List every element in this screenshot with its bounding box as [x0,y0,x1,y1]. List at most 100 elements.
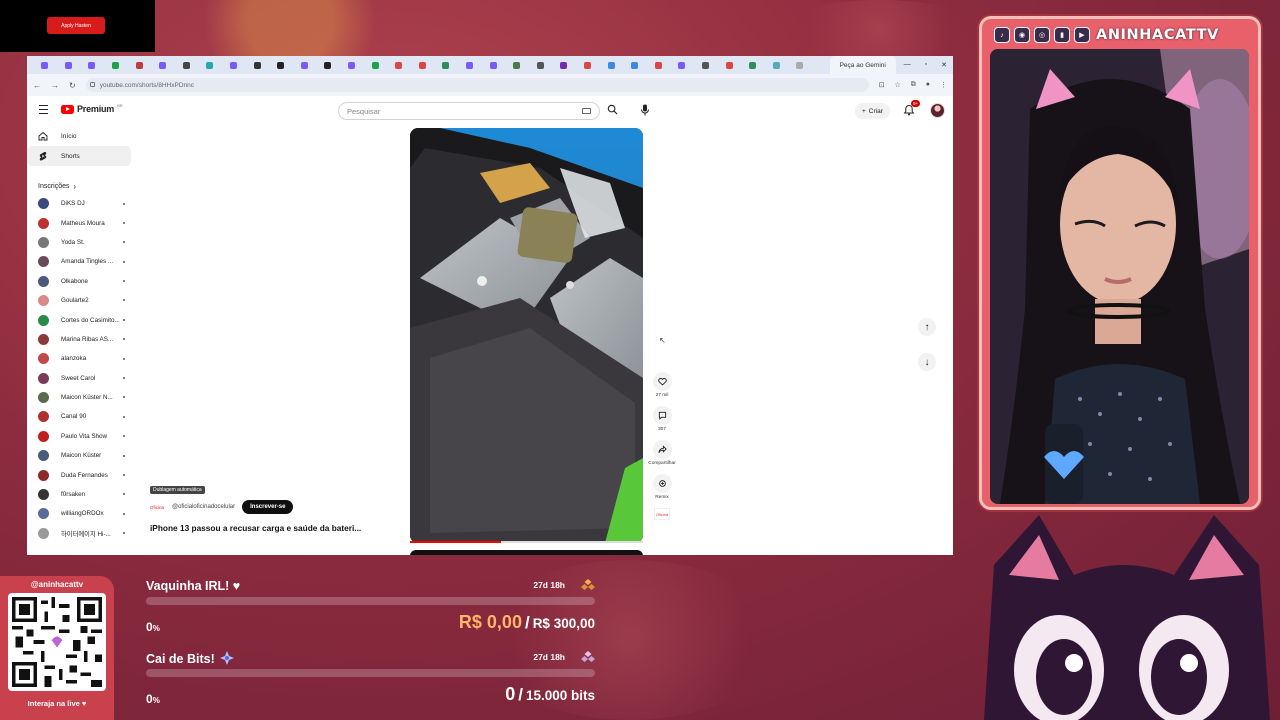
search-input[interactable]: Pesquisar [338,102,600,120]
subscription-item[interactable]: Sweet Carol [27,369,127,388]
next-short-button[interactable]: ↓ [918,353,936,371]
subscription-item[interactable]: williangORDOx [27,504,127,523]
search-icon[interactable] [607,104,618,115]
browser-tab[interactable] [363,56,387,74]
goal-target: 15.000 bits [525,688,595,703]
microphone-icon[interactable] [640,104,650,116]
browser-tab[interactable] [245,56,269,74]
subscriptions-header[interactable]: Inscrições › [27,178,137,194]
browser-tab[interactable] [222,56,246,74]
browser-tab[interactable] [717,56,741,74]
subscription-item[interactable]: Matheus Moura [27,213,127,232]
like-button[interactable]: 27 mil [644,372,680,398]
minimize-icon[interactable]: — [904,61,911,69]
site-info-icon[interactable] [89,82,95,87]
address-bar[interactable]: youtube.com/shorts/8HHxPDnnc [85,78,869,92]
share-button[interactable]: Compartilhar [644,440,680,466]
subscription-item[interactable]: Duda Fernandes [27,465,127,484]
forward-icon[interactable]: → [51,81,59,90]
previous-short-button[interactable]: ↑ [918,318,936,336]
goal-percent: 0% [146,692,160,706]
maximize-icon[interactable]: ▫ [925,61,927,69]
browser-tab[interactable] [505,56,529,74]
subscription-item[interactable]: Amanda Tingles ... [27,252,127,271]
subscription-item[interactable]: Olkabone [27,272,127,291]
comments-button[interactable]: 307 [644,406,680,432]
browser-tab[interactable] [552,56,576,74]
back-icon[interactable]: ← [33,81,41,90]
subscription-item[interactable]: Paulo Vita Show [27,427,127,446]
browser-tab[interactable] [269,56,293,74]
subscribe-button[interactable]: Inscrever-se [242,500,294,514]
subscription-item[interactable]: Marina Ribas AS... [27,330,127,349]
keyboard-icon[interactable] [582,108,591,114]
browser-tab[interactable] [127,56,151,74]
sidebar-item-shorts[interactable]: Shorts [27,146,131,166]
browser-tab[interactable] [411,56,435,74]
subscription-item[interactable]: 하이터에이지 Hi-... [27,524,127,543]
browser-tab[interactable] [646,56,670,74]
url-text: youtube.com/shorts/8HHxPDnnc [99,81,194,89]
youtube-icon: ▶ [1074,27,1090,43]
profile-icon[interactable]: ● [926,81,930,89]
tab-favicon-icon [64,61,72,69]
channel-audio-thumbnail[interactable]: Oficina [654,508,670,520]
logo-text: Premium [77,104,115,114]
browser-tab[interactable] [576,56,600,74]
shorts-icon [39,152,47,161]
search-placeholder: Pesquisar [347,106,381,116]
browser-tab[interactable] [198,56,222,74]
browser-tab[interactable] [481,56,505,74]
browser-tab[interactable] [434,56,458,74]
user-avatar[interactable] [930,103,945,118]
subscription-item[interactable]: Maicon Küster [27,446,127,465]
browser-tab[interactable] [694,56,718,74]
hamburger-menu-icon[interactable] [39,105,48,114]
create-button[interactable]: + Criar [855,103,890,119]
subscription-item[interactable]: Goularte2 [27,291,127,310]
browser-tab[interactable] [528,56,552,74]
video-title[interactable]: iPhone 13 passou a recusar carga e saúde… [150,523,361,533]
gemini-tab[interactable]: Peça ao Gemini [829,56,896,74]
install-icon[interactable]: ⊡ [879,81,885,89]
browser-tab[interactable] [623,56,647,74]
channel-avatar [38,333,49,345]
browser-tab[interactable] [741,56,765,74]
subscription-item[interactable]: Yoda St. [27,233,127,252]
subscription-item[interactable]: Cortes do Casimito... [27,310,127,329]
next-short-preview[interactable] [410,550,643,555]
browser-tab[interactable] [340,56,364,74]
subscription-item[interactable]: alanzoka [27,349,127,368]
browser-tab[interactable] [764,56,788,74]
browser-tab[interactable] [599,56,623,74]
channel-avatar [38,392,49,404]
browser-tab[interactable] [788,56,812,74]
browser-tab[interactable] [316,56,340,74]
remix-button[interactable]: Remix [644,474,680,500]
subscription-item[interactable]: DiKS DJ [27,194,127,213]
video-progress-bar[interactable] [410,541,643,543]
close-icon[interactable]: ✕ [941,61,947,69]
short-video-player[interactable] [410,128,643,543]
browser-tab[interactable] [80,56,104,74]
subscription-item[interactable]: f0rsaken [27,485,127,504]
browser-tab[interactable] [670,56,694,74]
browser-tab[interactable] [293,56,317,74]
extensions-icon[interactable]: ⧉ [911,81,916,89]
subscription-item[interactable]: Canal 90 [27,407,127,426]
browser-tab[interactable] [57,56,81,74]
browser-tab[interactable] [33,56,57,74]
menu-dots-icon[interactable]: ⋮ [940,81,947,89]
browser-tab[interactable] [104,56,128,74]
subscription-item[interactable]: Maicon Küster N... [27,388,127,407]
browser-tab[interactable] [151,56,175,74]
youtube-logo[interactable]: Premium BR [61,103,123,114]
channel-handle[interactable]: @oficialoficinadocelular [172,504,235,510]
browser-tab[interactable] [458,56,482,74]
reload-icon[interactable]: ↻ [69,81,76,90]
sidebar-item-home[interactable]: Início [27,126,131,146]
browser-tab[interactable] [387,56,411,74]
browser-tab[interactable] [175,56,199,74]
channel-logo[interactable]: Oficina [150,503,167,511]
bookmark-star-icon[interactable]: ☆ [894,81,900,89]
